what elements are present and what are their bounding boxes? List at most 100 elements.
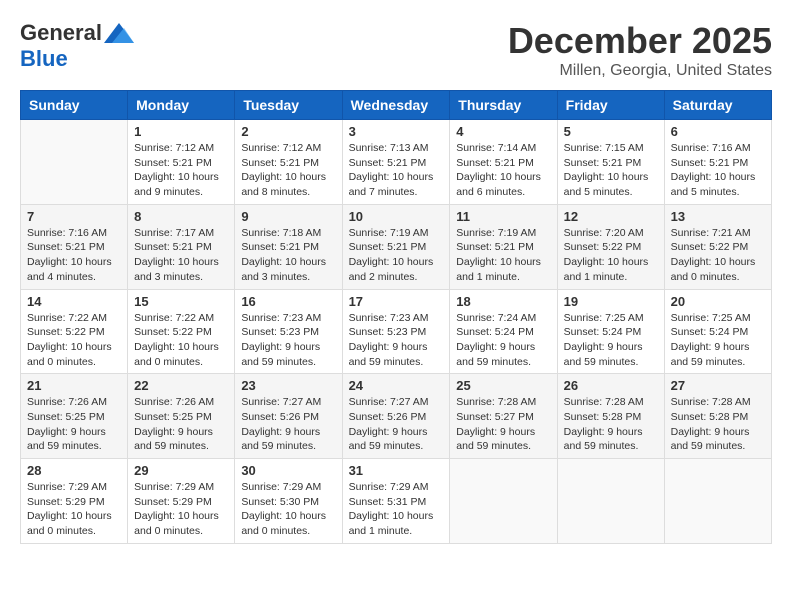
day-info: Sunrise: 7:22 AM Sunset: 5:22 PM Dayligh… — [134, 311, 228, 370]
table-row: 6Sunrise: 7:16 AM Sunset: 5:21 PM Daylig… — [664, 120, 771, 205]
table-row: 23 Sunrise: 7:27 AM Sunset: 5:26 PM Dayli… — [235, 374, 342, 459]
day-info: Sunrise: 7:28 AM Sunset: 5:28 PM Dayligh… — [564, 395, 658, 454]
day-info: Sunrise: 7:23 AM Sunset: 5:23 PM Dayligh… — [241, 311, 335, 370]
day-info: Sunrise: 7:26 AM Sunset: 5:25 PM Dayligh… — [27, 395, 121, 454]
table-row: 24 Sunrise: 7:27 AM Sunset: 5:26 PM Dayli… — [342, 374, 450, 459]
logo-blue-text: Blue — [20, 46, 68, 72]
table-row: 12 Sunrise: 7:20 AM Sunset: 5:22 PM Dayli… — [557, 204, 664, 289]
day-info: Sunrise: 7:29 AM Sunset: 5:29 PM Dayligh… — [27, 480, 121, 539]
calendar-week-row: 14Sunrise: 7:22 AM Sunset: 5:22 PM Dayli… — [21, 289, 772, 374]
day-number: 17 — [349, 294, 444, 309]
day-info: Sunrise: 7:15 AM Sunset: 5:21 PM Dayligh… — [564, 141, 658, 200]
day-number: 24 — [349, 378, 444, 393]
day-number: 20 — [671, 294, 765, 309]
table-row: 30 Sunrise: 7:29 AM Sunset: 5:30 PM Dayli… — [235, 459, 342, 544]
logo: General Blue — [20, 20, 134, 72]
logo-general-text: General — [20, 20, 102, 46]
table-row — [450, 459, 557, 544]
table-row: 17 Sunrise: 7:23 AM Sunset: 5:23 PM Dayli… — [342, 289, 450, 374]
day-info: Sunrise: 7:17 AM Sunset: 5:21 PM Dayligh… — [134, 226, 228, 285]
day-number: 23 — [241, 378, 335, 393]
table-row: 15 Sunrise: 7:22 AM Sunset: 5:22 PM Dayli… — [128, 289, 235, 374]
table-row: 29Sunrise: 7:29 AM Sunset: 5:29 PM Dayli… — [128, 459, 235, 544]
day-number: 2 — [241, 124, 335, 139]
calendar-week-row: 7Sunrise: 7:16 AM Sunset: 5:21 PM Daylig… — [21, 204, 772, 289]
weekday-header-wednesday: Wednesday — [342, 91, 450, 120]
day-number: 5 — [564, 124, 658, 139]
table-row: 21 Sunrise: 7:26 AM Sunset: 5:25 PM Dayli… — [21, 374, 128, 459]
day-number: 9 — [241, 209, 335, 224]
day-number: 27 — [671, 378, 765, 393]
day-info: Sunrise: 7:28 AM Sunset: 5:27 PM Dayligh… — [456, 395, 550, 454]
day-info: Sunrise: 7:19 AM Sunset: 5:21 PM Dayligh… — [349, 226, 444, 285]
day-number: 18 — [456, 294, 550, 309]
day-info: Sunrise: 7:12 AM Sunset: 5:21 PM Dayligh… — [134, 141, 228, 200]
location-text: Millen, Georgia, United States — [508, 62, 772, 80]
table-row: 3 Sunrise: 7:13 AM Sunset: 5:21 PM Daylig… — [342, 120, 450, 205]
day-number: 10 — [349, 209, 444, 224]
day-number: 16 — [241, 294, 335, 309]
table-row: 13Sunrise: 7:21 AM Sunset: 5:22 PM Dayli… — [664, 204, 771, 289]
table-row: 19Sunrise: 7:25 AM Sunset: 5:24 PM Dayli… — [557, 289, 664, 374]
table-row: 2 Sunrise: 7:12 AM Sunset: 5:21 PM Daylig… — [235, 120, 342, 205]
day-number: 30 — [241, 463, 335, 478]
logo-icon — [104, 23, 134, 43]
day-info: Sunrise: 7:18 AM Sunset: 5:21 PM Dayligh… — [241, 226, 335, 285]
day-number: 3 — [349, 124, 444, 139]
table-row — [664, 459, 771, 544]
table-row: 7Sunrise: 7:16 AM Sunset: 5:21 PM Daylig… — [21, 204, 128, 289]
table-row: 5 Sunrise: 7:15 AM Sunset: 5:21 PM Daylig… — [557, 120, 664, 205]
day-info: Sunrise: 7:16 AM Sunset: 5:21 PM Dayligh… — [27, 226, 121, 285]
day-info: Sunrise: 7:29 AM Sunset: 5:31 PM Dayligh… — [349, 480, 444, 539]
weekday-header-sunday: Sunday — [21, 91, 128, 120]
day-info: Sunrise: 7:16 AM Sunset: 5:21 PM Dayligh… — [671, 141, 765, 200]
calendar-week-row: 28 Sunrise: 7:29 AM Sunset: 5:29 PM Dayli… — [21, 459, 772, 544]
day-number: 31 — [349, 463, 444, 478]
title-section: December 2025 Millen, Georgia, United St… — [508, 20, 772, 80]
day-info: Sunrise: 7:28 AM Sunset: 5:28 PM Dayligh… — [671, 395, 765, 454]
weekday-header-tuesday: Tuesday — [235, 91, 342, 120]
day-number: 12 — [564, 209, 658, 224]
day-info: Sunrise: 7:26 AM Sunset: 5:25 PM Dayligh… — [134, 395, 228, 454]
table-row: 26 Sunrise: 7:28 AM Sunset: 5:28 PM Dayli… — [557, 374, 664, 459]
day-info: Sunrise: 7:12 AM Sunset: 5:21 PM Dayligh… — [241, 141, 335, 200]
table-row: 18 Sunrise: 7:24 AM Sunset: 5:24 PM Dayli… — [450, 289, 557, 374]
calendar-week-row: 21 Sunrise: 7:26 AM Sunset: 5:25 PM Dayli… — [21, 374, 772, 459]
day-info: Sunrise: 7:19 AM Sunset: 5:21 PM Dayligh… — [456, 226, 550, 285]
month-title: December 2025 — [508, 20, 772, 62]
calendar-week-row: 1Sunrise: 7:12 AM Sunset: 5:21 PM Daylig… — [21, 120, 772, 205]
weekday-header-thursday: Thursday — [450, 91, 557, 120]
table-row: 4Sunrise: 7:14 AM Sunset: 5:21 PM Daylig… — [450, 120, 557, 205]
day-number: 25 — [456, 378, 550, 393]
table-row: 22 Sunrise: 7:26 AM Sunset: 5:25 PM Dayli… — [128, 374, 235, 459]
day-info: Sunrise: 7:22 AM Sunset: 5:22 PM Dayligh… — [27, 311, 121, 370]
weekday-header-saturday: Saturday — [664, 91, 771, 120]
table-row — [557, 459, 664, 544]
day-info: Sunrise: 7:29 AM Sunset: 5:30 PM Dayligh… — [241, 480, 335, 539]
day-info: Sunrise: 7:24 AM Sunset: 5:24 PM Dayligh… — [456, 311, 550, 370]
table-row: 20 Sunrise: 7:25 AM Sunset: 5:24 PM Dayli… — [664, 289, 771, 374]
table-row: 28 Sunrise: 7:29 AM Sunset: 5:29 PM Dayli… — [21, 459, 128, 544]
day-info: Sunrise: 7:23 AM Sunset: 5:23 PM Dayligh… — [349, 311, 444, 370]
table-row — [21, 120, 128, 205]
table-row: 31 Sunrise: 7:29 AM Sunset: 5:31 PM Dayli… — [342, 459, 450, 544]
day-info: Sunrise: 7:25 AM Sunset: 5:24 PM Dayligh… — [671, 311, 765, 370]
day-number: 15 — [134, 294, 228, 309]
day-info: Sunrise: 7:13 AM Sunset: 5:21 PM Dayligh… — [349, 141, 444, 200]
table-row: 9 Sunrise: 7:18 AM Sunset: 5:21 PM Daylig… — [235, 204, 342, 289]
day-number: 21 — [27, 378, 121, 393]
day-number: 11 — [456, 209, 550, 224]
day-number: 29 — [134, 463, 228, 478]
day-info: Sunrise: 7:27 AM Sunset: 5:26 PM Dayligh… — [349, 395, 444, 454]
table-row: 8 Sunrise: 7:17 AM Sunset: 5:21 PM Daylig… — [128, 204, 235, 289]
day-number: 28 — [27, 463, 121, 478]
day-info: Sunrise: 7:27 AM Sunset: 5:26 PM Dayligh… — [241, 395, 335, 454]
day-info: Sunrise: 7:21 AM Sunset: 5:22 PM Dayligh… — [671, 226, 765, 285]
day-info: Sunrise: 7:25 AM Sunset: 5:24 PM Dayligh… — [564, 311, 658, 370]
table-row: 1Sunrise: 7:12 AM Sunset: 5:21 PM Daylig… — [128, 120, 235, 205]
day-number: 8 — [134, 209, 228, 224]
day-number: 22 — [134, 378, 228, 393]
day-info: Sunrise: 7:20 AM Sunset: 5:22 PM Dayligh… — [564, 226, 658, 285]
day-info: Sunrise: 7:14 AM Sunset: 5:21 PM Dayligh… — [456, 141, 550, 200]
day-number: 26 — [564, 378, 658, 393]
